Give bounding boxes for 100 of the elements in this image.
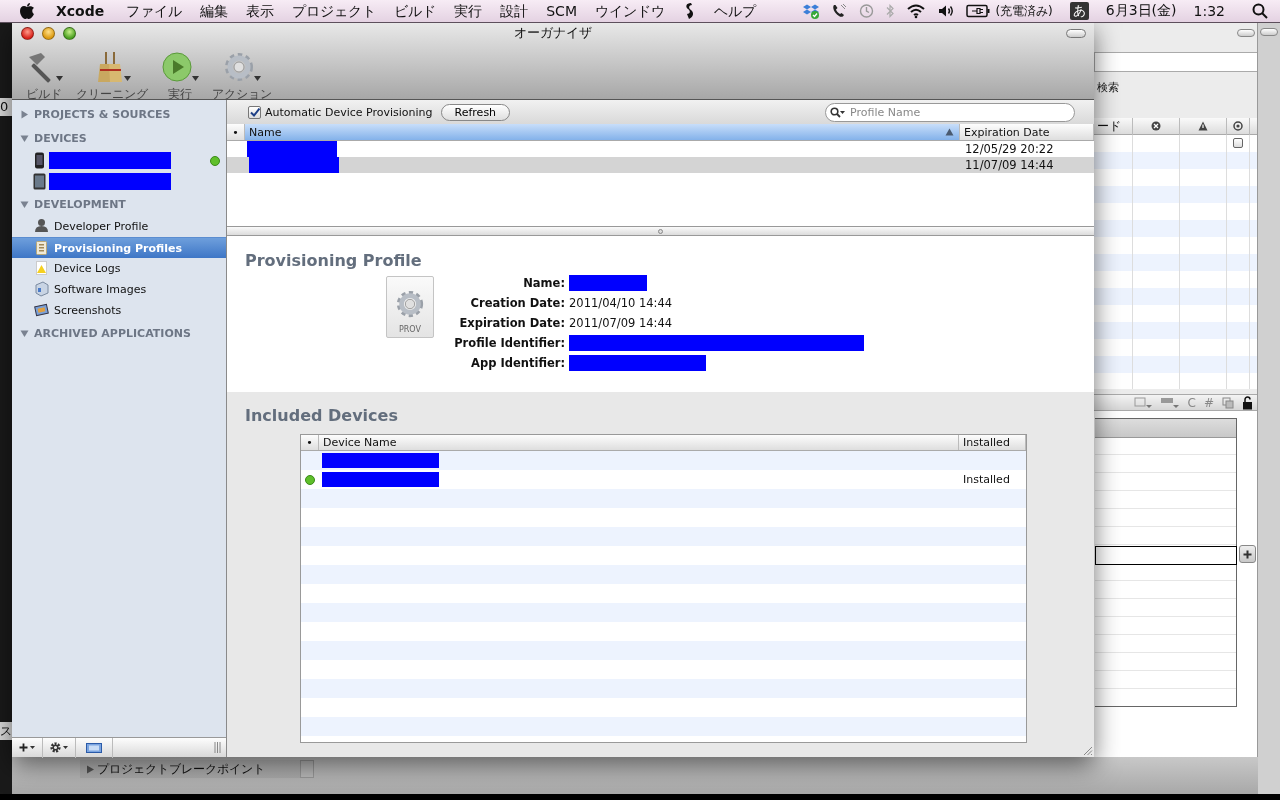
disclosure-triangle-icon[interactable]: [20, 199, 29, 209]
menu-item[interactable]: ヘルプ: [705, 0, 765, 22]
resize-handle-icon[interactable]: [214, 742, 221, 753]
field-label: Expiration Date:: [458, 316, 565, 330]
menu-item[interactable]: プロジェクト: [283, 0, 386, 22]
padlock-icon: [1242, 395, 1253, 410]
sidebar-item[interactable]: Software Images: [12, 279, 226, 300]
menubar-clock[interactable]: 1:32: [1193, 3, 1225, 19]
column-header[interactable]: Name: [245, 124, 960, 140]
menu-item[interactable]: 実行: [445, 0, 492, 22]
sidebar-section-header[interactable]: ARCHIVED APPLICATIONS: [12, 321, 226, 345]
app-menu[interactable]: Xcode: [47, 0, 114, 22]
search-field[interactable]: [1094, 52, 1257, 72]
panel-icon: [86, 742, 102, 753]
toolbar-button[interactable]: 実行: [154, 51, 206, 103]
disclosure-triangle-icon[interactable]: [20, 133, 29, 143]
play-icon: [161, 51, 193, 83]
copy-icon: [1222, 396, 1234, 409]
warning-icon: [1198, 121, 1208, 131]
software-package-icon: [34, 281, 49, 298]
section-heading: Provisioning Profile: [245, 251, 423, 271]
section-title: DEVICES: [34, 131, 87, 145]
section-title: PROJECTS & SOURCES: [34, 107, 171, 121]
phone-device-icon: [32, 152, 47, 169]
error-icon: [1151, 121, 1161, 131]
column-header[interactable]: Device Name: [319, 435, 959, 450]
checkbox[interactable]: [248, 105, 261, 119]
add-button[interactable]: [1239, 545, 1256, 563]
minimize-button[interactable]: [42, 26, 55, 40]
plus-icon: [19, 743, 28, 752]
refresh-button[interactable]: Refresh: [440, 103, 511, 121]
table-cell-text: Installed: [962, 473, 1010, 486]
field-label: App Identifier:: [470, 356, 565, 370]
disclosure-triangle-icon[interactable]: [20, 109, 29, 119]
battery-status[interactable]: (充電済み): [995, 2, 1053, 20]
splitter-handle-icon[interactable]: [658, 228, 663, 234]
search-icon[interactable]: [1252, 3, 1268, 19]
caret-icon: [63, 746, 68, 749]
column-header[interactable]: Expiration Date: [960, 124, 1094, 140]
gear-icon: [395, 289, 425, 319]
field-value: 2011/04/10 14:44: [569, 296, 673, 310]
sidebar-section-header[interactable]: DEVELOPMENT: [12, 192, 226, 216]
resize-grip-icon[interactable]: [1083, 746, 1093, 756]
close-button[interactable]: [21, 26, 34, 40]
caret-icon: [124, 76, 131, 81]
gear-icon: [223, 51, 255, 83]
clock-icon[interactable]: [858, 3, 875, 19]
battery-plug-icon[interactable]: [966, 4, 991, 18]
search-field[interactable]: Profile Name: [825, 102, 1075, 122]
caret-icon: [254, 76, 261, 81]
gear-icon: [50, 742, 61, 753]
plus-icon: [1243, 549, 1252, 559]
phone-icon[interactable]: [831, 3, 848, 19]
section-heading: Included Devices: [245, 406, 399, 426]
column-header[interactable]: Installed: [959, 435, 1026, 450]
disclosure-triangle-icon[interactable]: [20, 328, 29, 338]
checkbox[interactable]: [1233, 138, 1243, 148]
checkmark-icon: [249, 107, 260, 117]
breakpoints-item[interactable]: プロジェクトブレークポイント: [80, 760, 300, 778]
sidebar-item[interactable]: Provisioning Profiles: [12, 237, 226, 258]
menu-item[interactable]: ビルド: [385, 0, 446, 22]
column-header[interactable]: •: [301, 435, 319, 450]
caret-icon: [30, 746, 35, 749]
zoom-pill-button[interactable]: [1260, 28, 1278, 36]
zoom-pill-button[interactable]: [1237, 29, 1255, 37]
target-icon: [1233, 121, 1243, 131]
menu-item[interactable]: 編集: [191, 0, 238, 22]
wifi-icon[interactable]: [906, 3, 927, 19]
sidebar-item[interactable]: Device Logs: [12, 258, 226, 279]
menu-item[interactable]: ファイル: [117, 0, 192, 22]
tablet-device-icon: [32, 173, 47, 190]
toolbar-button[interactable]: アクション: [212, 51, 272, 103]
sidebar-section-header[interactable]: PROJECTS & SOURCES: [12, 102, 226, 126]
sidebar-section-header[interactable]: DEVICES: [12, 126, 226, 150]
input-mode-indicator[interactable]: あ: [1069, 2, 1089, 20]
menu-item[interactable]: 表示: [237, 0, 284, 22]
menu-item[interactable]: 設計: [491, 0, 538, 22]
edge-text: 0: [0, 98, 12, 116]
disclosure-triangle-icon: [86, 764, 95, 774]
volume-icon[interactable]: [937, 3, 956, 19]
sidebar-item[interactable]: Screenshots: [12, 300, 226, 321]
table-row[interactable]: 11/07/09 14:44: [227, 157, 1094, 173]
zoom-button[interactable]: [63, 26, 76, 40]
menu-item[interactable]: SCM: [537, 0, 586, 22]
sidebar-item[interactable]: Developer Profile: [12, 216, 226, 237]
book-icon: [1133, 396, 1152, 409]
table-row[interactable]: 12/05/29 20:22: [227, 141, 1094, 157]
field-value: 2011/07/09 14:44: [569, 316, 673, 330]
tag-icon: [1159, 396, 1180, 409]
search-label: 検索: [1097, 80, 1120, 94]
toolbar-button[interactable]: ビルド: [18, 51, 70, 103]
field-label: Name:: [522, 276, 565, 290]
dropbox-icon[interactable]: [802, 3, 821, 19]
menu-item[interactable]: ウインドウ: [586, 0, 674, 22]
edge-text: ス: [0, 722, 12, 740]
menubar-date[interactable]: 6月3日(金): [1105, 2, 1177, 20]
warning-document-icon: [34, 260, 49, 277]
toolbar-toggle-button[interactable]: [1066, 28, 1086, 38]
dropdown-button[interactable]: [300, 760, 314, 778]
person-icon: [34, 218, 49, 235]
